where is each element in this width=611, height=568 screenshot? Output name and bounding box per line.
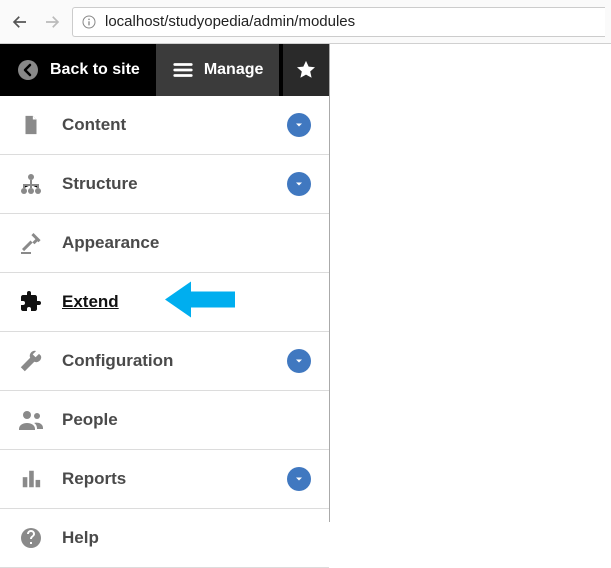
nav-arrow-group bbox=[6, 8, 66, 36]
chevron-down-icon[interactable] bbox=[287, 113, 311, 137]
sitemap-icon bbox=[18, 171, 44, 197]
menu-item-content[interactable]: Content bbox=[0, 96, 329, 155]
chevron-down-icon[interactable] bbox=[287, 467, 311, 491]
favorites-button[interactable] bbox=[283, 44, 329, 96]
menu-item-structure[interactable]: Structure bbox=[0, 155, 329, 214]
menu-item-reports[interactable]: Reports bbox=[0, 450, 329, 509]
hamburger-icon bbox=[172, 59, 194, 81]
puzzle-icon bbox=[18, 289, 44, 315]
menu-item-label: Extend bbox=[62, 292, 119, 312]
circle-chevron-left-icon bbox=[16, 58, 40, 82]
menu-item-extend[interactable]: Extend bbox=[0, 273, 329, 332]
chevron-down-icon[interactable] bbox=[287, 172, 311, 196]
menu-item-label: People bbox=[62, 410, 118, 430]
wrench-icon bbox=[18, 348, 44, 374]
back-to-site-label: Back to site bbox=[50, 61, 140, 79]
document-icon bbox=[18, 112, 44, 138]
content-pane bbox=[330, 44, 611, 522]
menu-item-appearance[interactable]: Appearance bbox=[0, 214, 329, 273]
bar-chart-icon bbox=[18, 466, 44, 492]
menu-item-configuration[interactable]: Configuration bbox=[0, 332, 329, 391]
menu-item-label: Help bbox=[62, 528, 99, 548]
admin-menu: Content Structure Appearance bbox=[0, 96, 329, 568]
people-icon bbox=[18, 407, 44, 433]
arrow-right-icon bbox=[43, 13, 61, 31]
info-icon bbox=[81, 14, 97, 30]
menu-item-label: Content bbox=[62, 115, 126, 135]
menu-item-label: Appearance bbox=[62, 233, 159, 253]
star-icon bbox=[295, 59, 317, 81]
menu-item-label: Configuration bbox=[62, 351, 173, 371]
gavel-icon bbox=[18, 230, 44, 256]
menu-item-label: Structure bbox=[62, 174, 138, 194]
nav-forward-button[interactable] bbox=[38, 8, 66, 36]
admin-toolbar: Back to site Manage bbox=[0, 44, 329, 96]
admin-sidebar: Back to site Manage Content bbox=[0, 44, 330, 522]
back-to-site-button[interactable]: Back to site bbox=[0, 44, 156, 96]
help-icon bbox=[18, 525, 44, 551]
browser-address-bar: localhost/studyopedia/admin/modules bbox=[0, 0, 611, 44]
manage-label: Manage bbox=[204, 61, 264, 79]
arrow-left-icon bbox=[11, 13, 29, 31]
chevron-down-icon[interactable] bbox=[287, 349, 311, 373]
menu-item-help[interactable]: Help bbox=[0, 509, 329, 568]
menu-item-label: Reports bbox=[62, 469, 126, 489]
manage-button[interactable]: Manage bbox=[156, 44, 280, 96]
url-input[interactable]: localhost/studyopedia/admin/modules bbox=[72, 7, 605, 37]
menu-item-people[interactable]: People bbox=[0, 391, 329, 450]
callout-arrow-icon bbox=[165, 280, 235, 325]
nav-back-button[interactable] bbox=[6, 8, 34, 36]
url-text: localhost/studyopedia/admin/modules bbox=[105, 13, 355, 30]
